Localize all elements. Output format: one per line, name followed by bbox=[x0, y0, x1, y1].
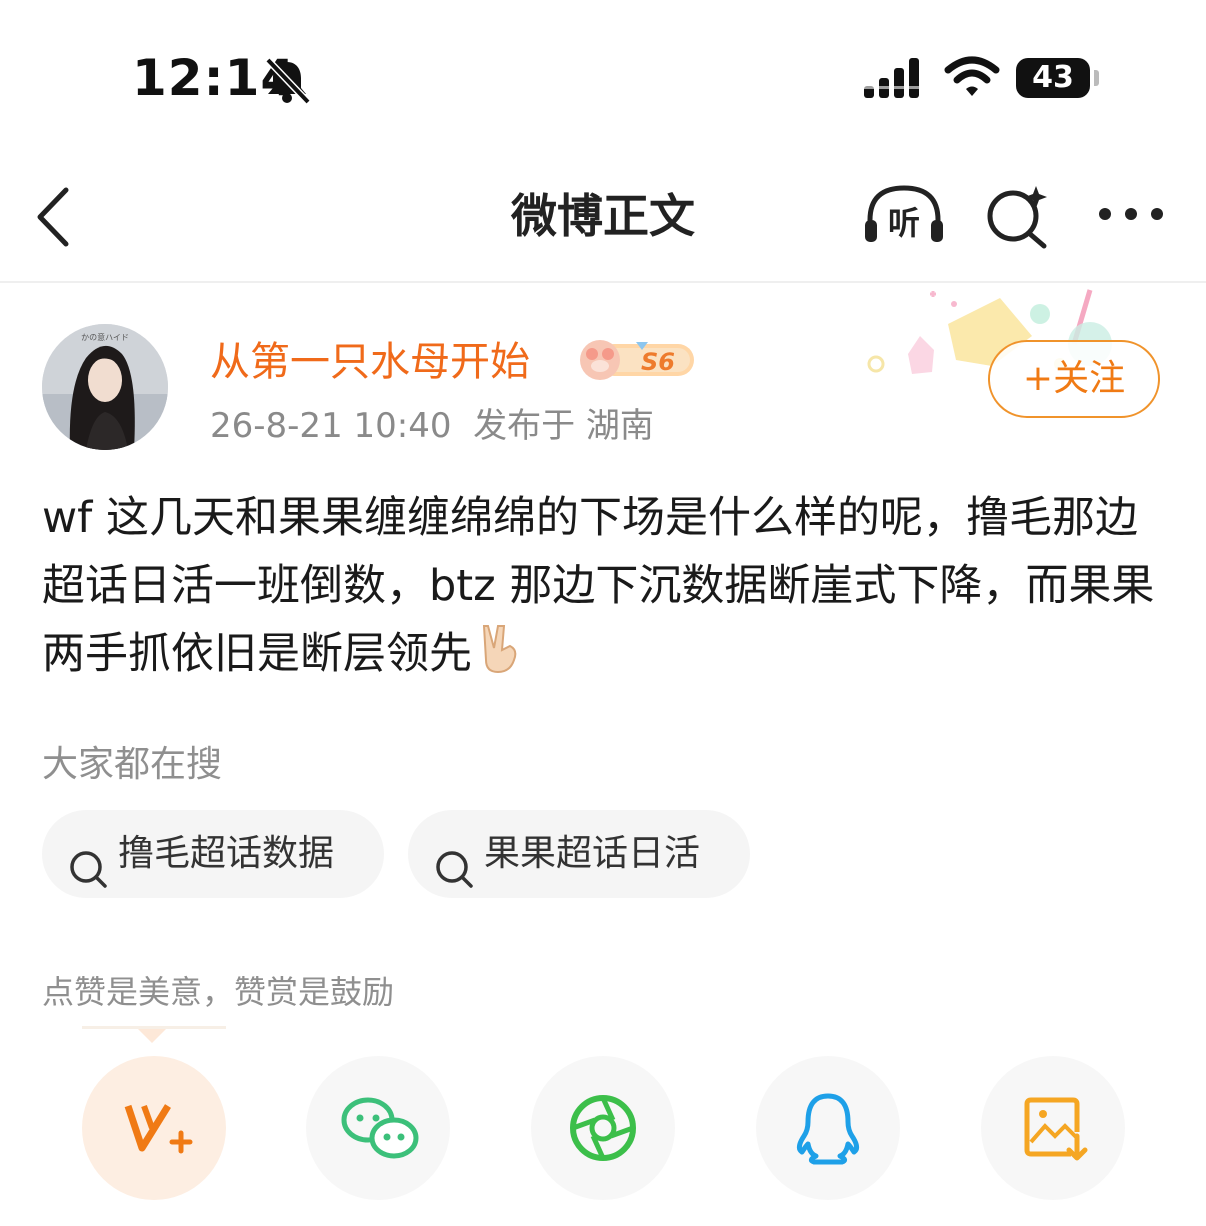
tooltip-arrow bbox=[138, 1029, 166, 1043]
share-vplus-button[interactable] bbox=[82, 1056, 226, 1200]
post-meta: 26-8-21 10:40 发布于 湖南 bbox=[210, 406, 654, 446]
battery-indicator: 43 bbox=[1016, 58, 1090, 98]
listen-label: 听 bbox=[888, 204, 920, 242]
trending-search-title: 大家都在搜 bbox=[42, 744, 223, 785]
level-badge-text: S6 bbox=[641, 348, 675, 376]
battery-cap bbox=[1094, 70, 1099, 86]
follow-button[interactable]: +关注 bbox=[988, 340, 1160, 418]
battery-level: 43 bbox=[1032, 60, 1074, 95]
share-qq-button[interactable] bbox=[756, 1056, 900, 1200]
search-chip[interactable]: 撸毛超话数据 bbox=[42, 810, 384, 898]
save-image-icon bbox=[1024, 1097, 1088, 1161]
v-plus-icon bbox=[124, 1104, 193, 1154]
search-icon bbox=[68, 834, 108, 922]
ai-search-icon[interactable] bbox=[984, 184, 1050, 254]
moments-icon bbox=[570, 1095, 636, 1161]
qq-icon bbox=[796, 1093, 860, 1165]
cellular-signal-icon bbox=[862, 58, 926, 104]
avatar-caption: かの意ハイド bbox=[81, 332, 129, 342]
wechat-icon bbox=[341, 1097, 419, 1159]
search-chip[interactable]: 果果超话日活 bbox=[408, 810, 750, 898]
more-options-icon[interactable] bbox=[1098, 204, 1164, 228]
post-body-text: wf 这几天和果果缠缠绵绵的下场是什么样的呢，撸毛那边超话日活一班倒数，btz … bbox=[42, 493, 1155, 679]
share-moments-button[interactable] bbox=[531, 1056, 675, 1200]
post-body: wf 这几天和果果缠缠绵绵的下场是什么样的呢，撸毛那边超话日活一班倒数，btz … bbox=[42, 484, 1172, 694]
share-save-image-button[interactable] bbox=[981, 1056, 1125, 1200]
search-icon bbox=[434, 834, 474, 922]
search-chip-label: 果果超话日活 bbox=[484, 833, 701, 874]
header-divider bbox=[0, 281, 1206, 283]
author-avatar[interactable]: かの意ハイド bbox=[42, 324, 168, 450]
author-name[interactable]: 从第一只水母开始 bbox=[210, 336, 530, 388]
victory-hand-icon bbox=[480, 622, 522, 694]
reward-prompt: 点赞是美意，赞赏是鼓励 bbox=[42, 973, 395, 1011]
search-chip-label: 撸毛超话数据 bbox=[118, 833, 335, 874]
share-wechat-button[interactable] bbox=[306, 1056, 450, 1200]
level-badge[interactable]: S6 bbox=[578, 336, 698, 390]
mute-bell-icon bbox=[262, 56, 312, 108]
listen-button[interactable]: 听 bbox=[862, 184, 946, 250]
wifi-icon bbox=[944, 56, 1000, 102]
